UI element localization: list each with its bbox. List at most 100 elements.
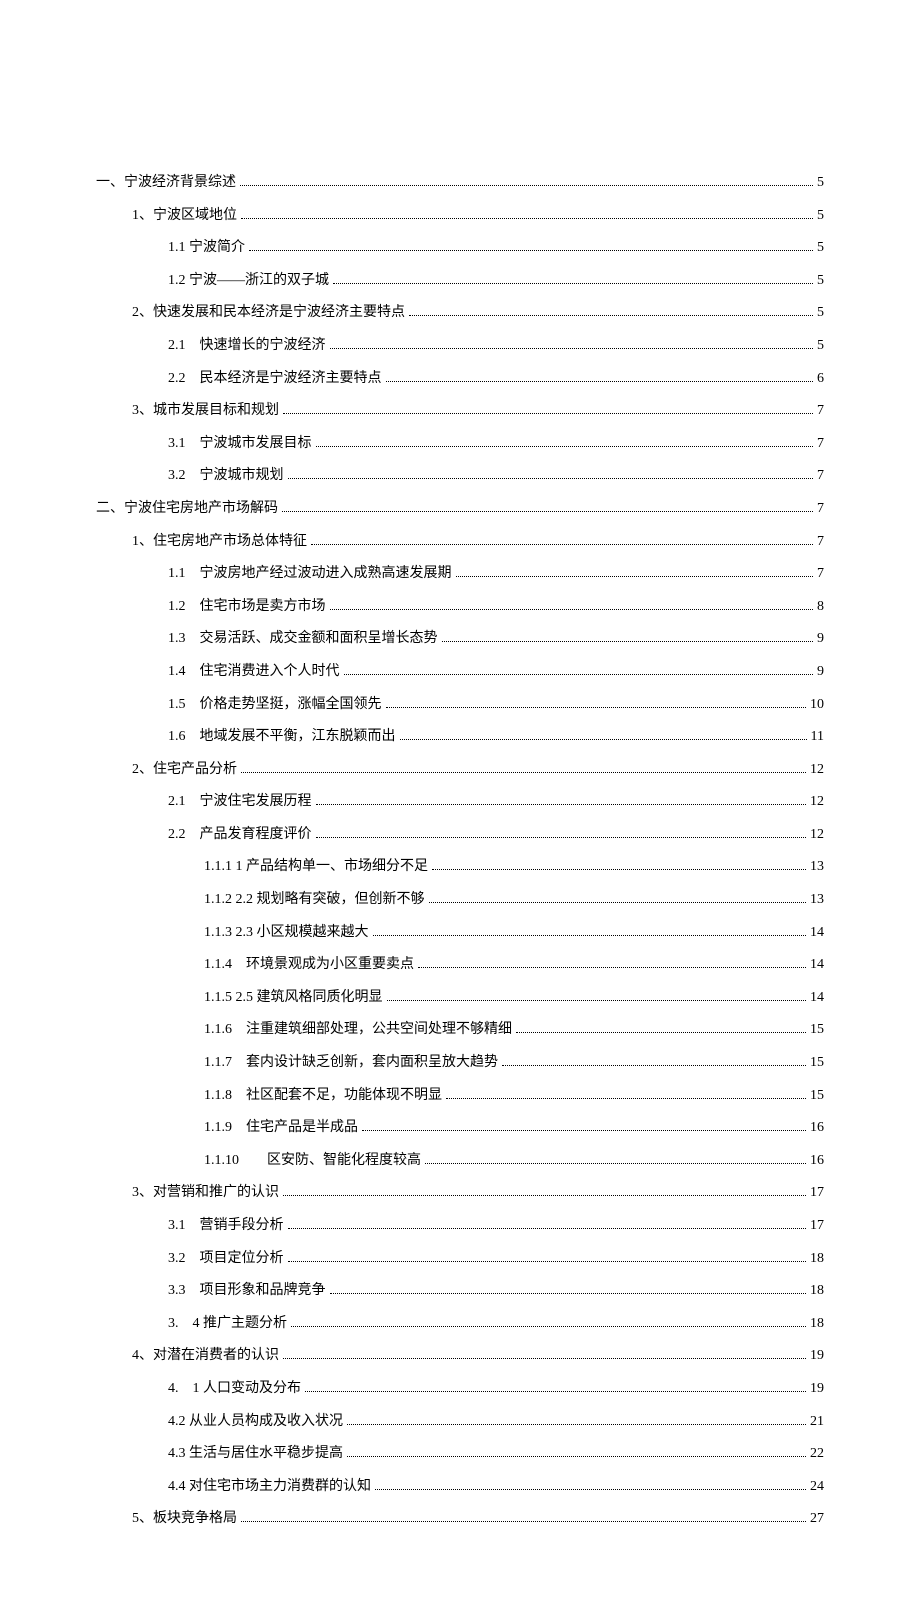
toc-entry-label: 二、宁波住宅房地产市场解码 xyxy=(96,496,278,523)
toc-leader-dots xyxy=(282,511,813,512)
toc-entry[interactable]: 1.1 宁波房地产经过波动进入成熟高速发展期7 xyxy=(96,561,824,588)
toc-entry-page: 7 xyxy=(817,561,824,588)
toc-entry-page: 12 xyxy=(810,789,824,816)
toc-entry-page: 13 xyxy=(810,887,824,914)
toc-entry[interactable]: 4.4 对住宅市场主力消费群的认知24 xyxy=(96,1474,824,1501)
toc-entry[interactable]: 3.1 营销手段分析17 xyxy=(96,1213,824,1240)
toc-entry[interactable]: 1、宁波区域地位5 xyxy=(96,203,824,230)
toc-entry-page: 10 xyxy=(810,692,824,719)
toc-entry[interactable]: 1.1.7 套内设计缺乏创新，套内面积呈放大趋势 15 xyxy=(96,1050,824,1077)
toc-entry-label: 2.1 宁波住宅发展历程 xyxy=(168,789,312,816)
toc-leader-dots xyxy=(425,1163,806,1164)
toc-entry[interactable]: 3. 4 推广主题分析18 xyxy=(96,1311,824,1338)
toc-entry-page: 7 xyxy=(817,529,824,556)
toc-leader-dots xyxy=(330,609,814,610)
toc-entry-label: 2、住宅产品分析 xyxy=(132,757,237,784)
toc-entry[interactable]: 4.3 生活与居住水平稳步提高22 xyxy=(96,1441,824,1468)
toc-entry-label: 1.5 价格走势坚挺，涨幅全国领先 xyxy=(168,692,382,719)
toc-entry[interactable]: 1.1.5 2.5 建筑风格同质化明显14 xyxy=(96,985,824,1012)
toc-entry[interactable]: 2、住宅产品分析12 xyxy=(96,757,824,784)
toc-entry-label: 1.1.10 区安防、智能化程度较高 xyxy=(204,1148,421,1175)
toc-entry[interactable]: 1.5 价格走势坚挺，涨幅全国领先 10 xyxy=(96,692,824,719)
toc-entry[interactable]: 1.1.2 2.2 规划略有突破，但创新不够13 xyxy=(96,887,824,914)
toc-entry[interactable]: 2.2 产品发育程度评价12 xyxy=(96,822,824,849)
toc-leader-dots xyxy=(249,250,813,251)
toc-entry[interactable]: 1.2 住宅市场是卖方市场8 xyxy=(96,594,824,621)
toc-entry[interactable]: 1.1.8 社区配套不足，功能体现不明显15 xyxy=(96,1083,824,1110)
toc-entry-page: 15 xyxy=(810,1083,824,1110)
toc-entry-label: 3. 4 推广主题分析 xyxy=(168,1311,287,1338)
toc-leader-dots xyxy=(362,1130,806,1131)
toc-entry-page: 19 xyxy=(810,1376,824,1403)
toc-entry[interactable]: 一、宁波经济背景综述5 xyxy=(96,170,824,197)
toc-leader-dots xyxy=(291,1326,806,1327)
toc-entry-page: 13 xyxy=(810,854,824,881)
toc-entry-label: 4. 1 人口变动及分布 xyxy=(168,1376,301,1403)
toc-entry[interactable]: 4、对潜在消费者的认识19 xyxy=(96,1343,824,1370)
toc-leader-dots xyxy=(316,837,807,838)
toc-entry-page: 11 xyxy=(811,724,824,751)
toc-entry-label: 3.1 宁波城市发展目标 xyxy=(168,431,312,458)
toc-entry-label: 4.3 生活与居住水平稳步提高 xyxy=(168,1441,343,1468)
toc-leader-dots xyxy=(344,674,814,675)
toc-entry[interactable]: 1.1.4 环境景观成为小区重要卖点14 xyxy=(96,952,824,979)
toc-entry[interactable]: 1.4 住宅消费进入个人时代 9 xyxy=(96,659,824,686)
toc-entry-page: 15 xyxy=(810,1017,824,1044)
toc-entry-page: 16 xyxy=(810,1148,824,1175)
toc-entry[interactable]: 1.6 地域发展不平衡，江东脱颖而出11 xyxy=(96,724,824,751)
toc-entry[interactable]: 3.2 宁波城市规划7 xyxy=(96,463,824,490)
toc-entry[interactable]: 2.1 快速增长的宁波经济5 xyxy=(96,333,824,360)
toc-entry[interactable]: 1.1.9 住宅产品是半成品16 xyxy=(96,1115,824,1142)
toc-entry-label: 1.3 交易活跃、成交金额和面积呈增长态势 xyxy=(168,626,438,653)
toc-entry[interactable]: 4. 1 人口变动及分布 19 xyxy=(96,1376,824,1403)
toc-entry-page: 7 xyxy=(817,398,824,425)
toc-entry-label: 3、对营销和推广的认识 xyxy=(132,1180,279,1207)
toc-entry[interactable]: 1.1 宁波简介5 xyxy=(96,235,824,262)
toc-entry-label: 1.4 住宅消费进入个人时代 xyxy=(168,659,340,686)
toc-leader-dots xyxy=(288,478,814,479)
toc-entry-label: 2.1 快速增长的宁波经济 xyxy=(168,333,326,360)
toc-entry-page: 7 xyxy=(817,463,824,490)
toc-leader-dots xyxy=(516,1032,806,1033)
toc-entry[interactable]: 5、板块竞争格局27 xyxy=(96,1506,824,1533)
toc-entry[interactable]: 1.3 交易活跃、成交金额和面积呈增长态势 9 xyxy=(96,626,824,653)
toc-leader-dots xyxy=(288,1261,807,1262)
toc-entry[interactable]: 3、城市发展目标和规划7 xyxy=(96,398,824,425)
toc-entry-page: 14 xyxy=(810,985,824,1012)
toc-leader-dots xyxy=(409,315,813,316)
toc-entry[interactable]: 2.2 民本经济是宁波经济主要特点 6 xyxy=(96,366,824,393)
toc-entry-label: 2.2 产品发育程度评价 xyxy=(168,822,312,849)
toc-entry-page: 14 xyxy=(810,920,824,947)
toc-entry[interactable]: 3.2 项目定位分析18 xyxy=(96,1246,824,1273)
toc-entry[interactable]: 1.1.1 1 产品结构单一、市场细分不足13 xyxy=(96,854,824,881)
toc-entry[interactable]: 2、快速发展和民本经济是宁波经济主要特点5 xyxy=(96,300,824,327)
toc-entry[interactable]: 3.1 宁波城市发展目标7 xyxy=(96,431,824,458)
toc-entry[interactable]: 1.2 宁波——浙江的双子城5 xyxy=(96,268,824,295)
toc-leader-dots xyxy=(241,1521,806,1522)
toc-entry[interactable]: 二、宁波住宅房地产市场解码7 xyxy=(96,496,824,523)
toc-leader-dots xyxy=(400,739,807,740)
toc-leader-dots xyxy=(305,1391,806,1392)
toc-entry[interactable]: 1.1.10 区安防、智能化程度较高 16 xyxy=(96,1148,824,1175)
toc-entry[interactable]: 1.1.6 注重建筑细部处理，公共空间处理不够精细15 xyxy=(96,1017,824,1044)
toc-entry-label: 1.1.7 套内设计缺乏创新，套内面积呈放大趋势 xyxy=(204,1050,498,1077)
toc-entry[interactable]: 3、对营销和推广的认识17 xyxy=(96,1180,824,1207)
toc-entry[interactable]: 1、住宅房地产市场总体特征7 xyxy=(96,529,824,556)
toc-entry[interactable]: 2.1 宁波住宅发展历程 12 xyxy=(96,789,824,816)
toc-leader-dots xyxy=(429,902,807,903)
toc-entry-label: 2.2 民本经济是宁波经济主要特点 xyxy=(168,366,382,393)
toc-entry-page: 16 xyxy=(810,1115,824,1142)
toc-leader-dots xyxy=(316,804,807,805)
toc-entry[interactable]: 1.1.3 2.3 小区规模越来越大14 xyxy=(96,920,824,947)
toc-entry-page: 15 xyxy=(810,1050,824,1077)
toc-entry-page: 5 xyxy=(817,300,824,327)
toc-entry-label: 1、宁波区域地位 xyxy=(132,203,237,230)
toc-entry[interactable]: 4.2 从业人员构成及收入状况21 xyxy=(96,1409,824,1436)
toc-leader-dots xyxy=(311,544,813,545)
toc-entry-page: 6 xyxy=(817,366,824,393)
toc-entry-label: 1.1.4 环境景观成为小区重要卖点 xyxy=(204,952,414,979)
toc-entry-page: 9 xyxy=(817,659,824,686)
toc-leader-dots xyxy=(330,348,814,349)
toc-leader-dots xyxy=(288,1228,807,1229)
toc-entry-page: 9 xyxy=(817,626,824,653)
